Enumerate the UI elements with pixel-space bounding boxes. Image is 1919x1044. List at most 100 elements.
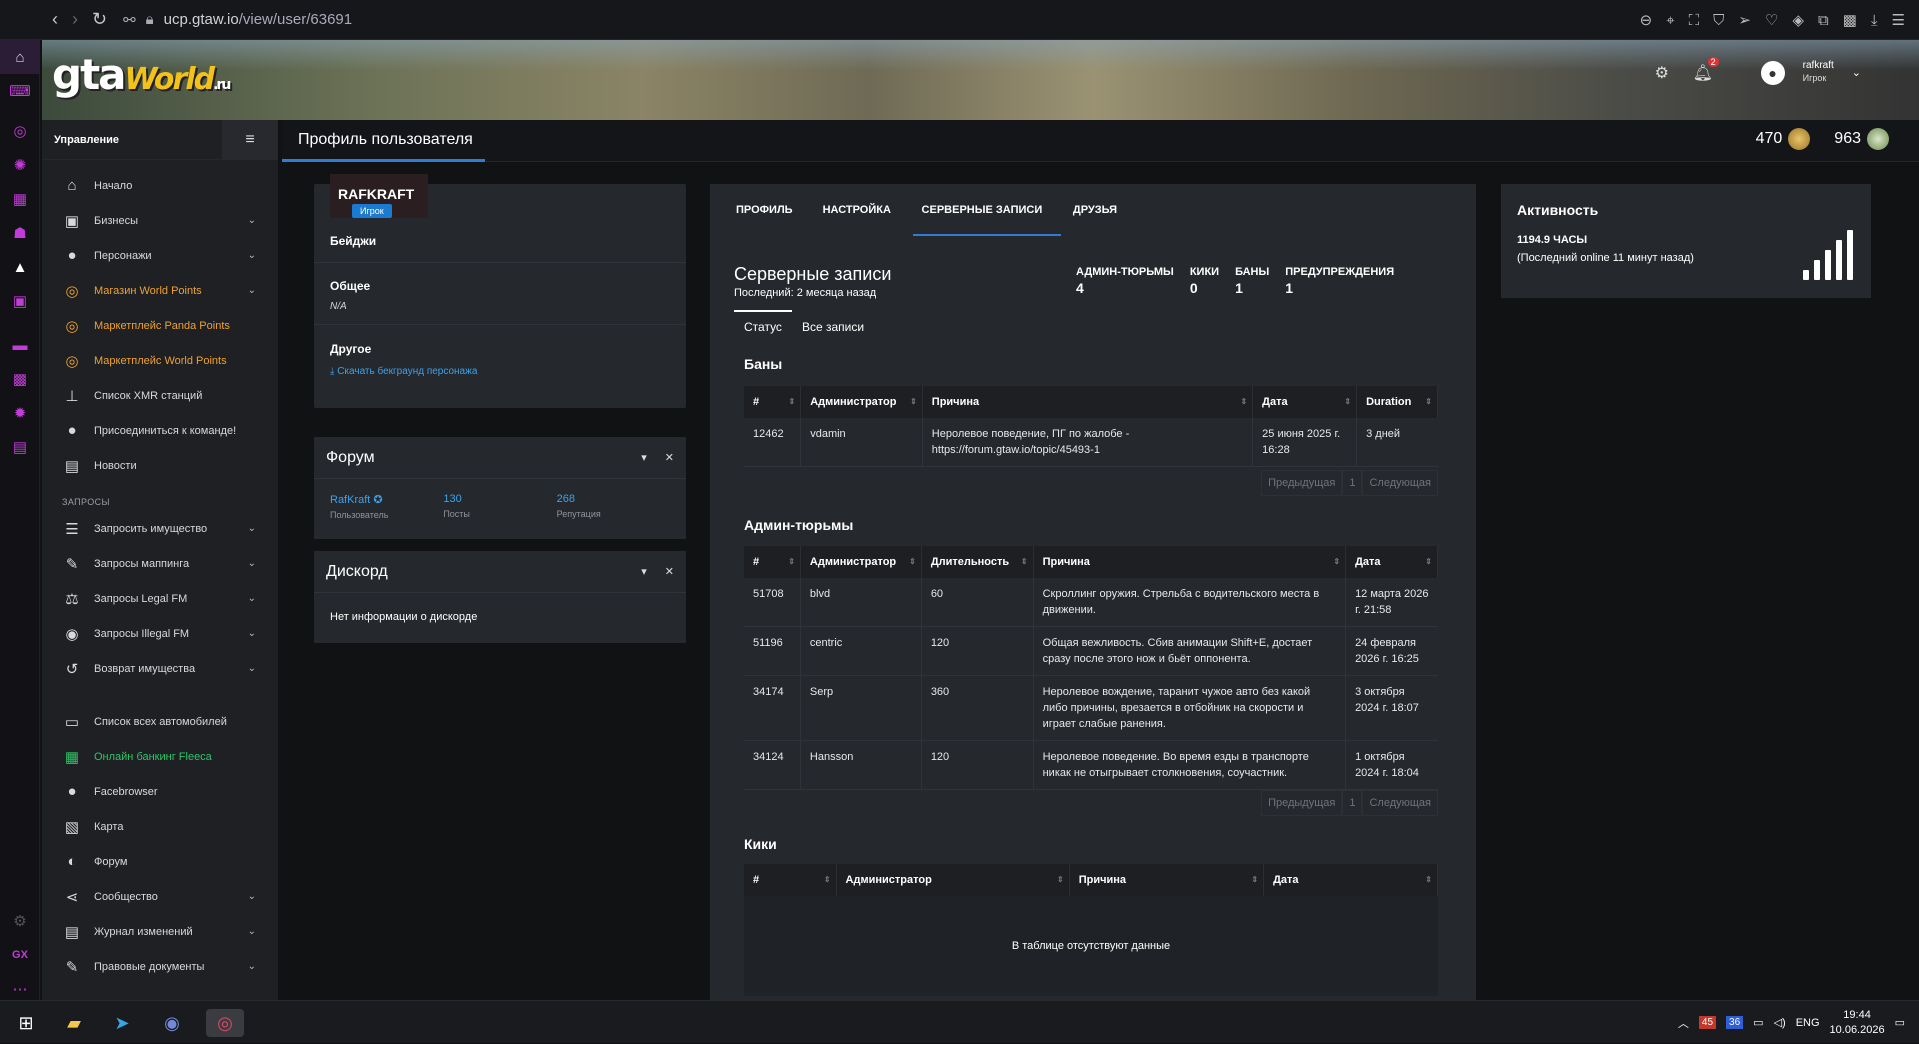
connection-icon[interactable]: ⚯ bbox=[123, 11, 136, 29]
windows-start-icon[interactable]: ⊞ bbox=[12, 1009, 40, 1037]
column-header[interactable]: Причина ⇕ bbox=[922, 386, 1254, 418]
tab-server-records[interactable]: СЕРВЕРНЫЕ ЗАПИСИ bbox=[912, 184, 1061, 236]
sort-icon[interactable]: ⇕ bbox=[789, 397, 796, 406]
clock[interactable]: 19:44 10.06.2026 bbox=[1830, 1008, 1885, 1038]
gear-icon[interactable]: ⚙ bbox=[1655, 63, 1675, 83]
column-header[interactable]: Дата ⇕ bbox=[1263, 864, 1438, 896]
sidebar-item[interactable]: ◎ Маркетплейс Panda Points bbox=[42, 308, 278, 343]
tray-badge-red[interactable]: 45 bbox=[1698, 1016, 1717, 1029]
display-icon[interactable]: ▤ bbox=[0, 430, 40, 464]
sidebar-item[interactable]: ✎ Правовые документы ⌄ bbox=[42, 949, 278, 984]
tab-friends[interactable]: ДРУЗЬЯ bbox=[1065, 184, 1135, 236]
chevron-down-icon[interactable]: ⌄ bbox=[248, 215, 256, 226]
sort-icon[interactable]: ⇕ bbox=[1333, 557, 1340, 566]
chevron-down-icon[interactable]: ⌄ bbox=[248, 250, 256, 261]
sort-icon[interactable]: ⇕ bbox=[1344, 397, 1351, 406]
column-header[interactable]: Администратор ⇕ bbox=[800, 386, 923, 418]
column-header[interactable]: # ⇕ bbox=[744, 864, 837, 896]
address-bar[interactable]: ⚯ 🔒︎ ucp.gtaw.io/view/user/63691 bbox=[123, 11, 352, 29]
page-button[interactable]: 1 bbox=[1342, 790, 1363, 816]
sidebar-item[interactable]: ▣ Бизнесы ⌄ bbox=[42, 203, 278, 238]
sort-icon[interactable]: ⇕ bbox=[788, 557, 795, 566]
chevron-down-icon[interactable]: ⌄ bbox=[248, 891, 256, 902]
sidebar-item[interactable]: ● Facebrowser bbox=[42, 774, 278, 809]
sidebar-item[interactable]: ◉ Запросы Illegal FM ⌄ bbox=[42, 616, 278, 651]
column-header[interactable]: # ⇕ bbox=[744, 386, 802, 418]
robot-icon[interactable]: ☗ bbox=[0, 216, 40, 250]
chevron-down-icon[interactable]: ⌄ bbox=[248, 961, 256, 972]
tray-badge-blue[interactable]: 36 bbox=[1726, 1016, 1744, 1029]
sidebar-item[interactable]: ⚖ Запросы Legal FM ⌄ bbox=[42, 581, 278, 616]
sidebar-item[interactable]: ● Присоединиться к команде! bbox=[42, 413, 278, 448]
subtab-all-records[interactable]: Все записи bbox=[792, 310, 874, 346]
sidebar-item[interactable]: ▦ Онлайн банкинг Fleeca bbox=[42, 739, 278, 774]
sort-icon[interactable]: ⇕ bbox=[1251, 875, 1258, 884]
menu-icon[interactable]: ☰ bbox=[1892, 11, 1905, 29]
sort-icon[interactable]: ⇕ bbox=[910, 397, 917, 406]
next-button[interactable]: Следующая bbox=[1362, 470, 1438, 496]
column-header[interactable]: Duration ⇕ bbox=[1356, 386, 1438, 418]
settings-icon[interactable]: ⚙ bbox=[0, 904, 40, 938]
sort-icon[interactable]: ⇕ bbox=[1240, 397, 1247, 406]
send-icon[interactable]: ➢ bbox=[1738, 11, 1751, 29]
sidebar-item[interactable]: ▤ Новости bbox=[42, 448, 278, 483]
sort-icon[interactable]: ⇕ bbox=[1425, 397, 1432, 406]
chevron-down-icon[interactable]: ⌄ bbox=[248, 285, 256, 296]
language-indicator[interactable]: ENG bbox=[1796, 1017, 1820, 1029]
sidebar-item[interactable]: ◐ Форум bbox=[42, 844, 278, 879]
gamepad-icon[interactable]: ⌨ bbox=[0, 74, 40, 108]
snapshot-icon[interactable]: ⛶ bbox=[1689, 12, 1700, 29]
avatar[interactable]: ● bbox=[1760, 60, 1785, 85]
telegram-icon[interactable]: ➤ bbox=[108, 1009, 136, 1037]
sort-icon[interactable]: ⇕ bbox=[824, 875, 831, 884]
twitch-icon[interactable]: ▣ bbox=[0, 284, 40, 318]
column-header[interactable]: Администратор ⇕ bbox=[800, 546, 922, 578]
discord-icon[interactable]: ◉ bbox=[158, 1009, 186, 1037]
forward-icon[interactable]: › bbox=[72, 9, 78, 30]
chevron-down-icon[interactable]: ⌄ bbox=[1852, 66, 1861, 79]
chevron-down-icon[interactable]: ⌄ bbox=[248, 926, 256, 937]
sidebar-item[interactable]: ◎ Магазин World Points ⌄ bbox=[42, 273, 278, 308]
site-logo[interactable]: gtaWorld.ru bbox=[52, 50, 231, 99]
gx-icon[interactable]: GX bbox=[0, 938, 40, 972]
chevron-down-icon[interactable]: ⌄ bbox=[248, 663, 256, 674]
tab-settings[interactable]: НАСТРОЙКА bbox=[815, 184, 909, 236]
close-icon[interactable]: ✕ bbox=[665, 451, 674, 464]
volume-icon[interactable]: ◁) bbox=[1774, 1016, 1786, 1029]
tab-profile[interactable]: ПРОФИЛЬ bbox=[728, 184, 811, 236]
discord-icon[interactable]: ◎ bbox=[0, 114, 40, 148]
sidebar-item[interactable]: ▧ Карта bbox=[42, 809, 278, 844]
user-menu[interactable]: rafkraft Игрок bbox=[1803, 60, 1834, 85]
sort-icon[interactable]: ⇕ bbox=[1425, 875, 1432, 884]
sort-icon[interactable]: ⇕ bbox=[1425, 557, 1432, 566]
sidebar-item[interactable]: ↺ Возврат имущества ⌄ bbox=[42, 651, 278, 686]
network-icon[interactable]: ▭ bbox=[1753, 1016, 1763, 1029]
column-header[interactable]: Причина ⇕ bbox=[1033, 546, 1347, 578]
close-icon[interactable]: ✕ bbox=[665, 565, 674, 578]
sidebar-item[interactable]: ☰ Запросить имущество ⌄ bbox=[42, 511, 278, 546]
heart-icon[interactable]: ♡ bbox=[1765, 11, 1778, 29]
notifications-icon[interactable]: ▭ bbox=[1895, 1016, 1905, 1029]
explorer-icon[interactable]: ▰ bbox=[60, 1009, 88, 1037]
controller-icon[interactable]: ▬ bbox=[0, 328, 40, 362]
back-icon[interactable]: ‹ bbox=[52, 9, 58, 30]
hamburger-icon[interactable]: ≡ bbox=[222, 120, 278, 160]
prev-button[interactable]: Предыдущая bbox=[1261, 470, 1343, 496]
sidebar-item[interactable]: ⋖ Сообщество ⌄ bbox=[42, 879, 278, 914]
collapse-icon[interactable]: ▾ bbox=[641, 565, 647, 578]
shield-icon[interactable]: ⛉ bbox=[1713, 12, 1724, 29]
chevron-down-icon[interactable]: ⌄ bbox=[248, 523, 256, 534]
calendar-icon[interactable]: ▦ bbox=[0, 182, 40, 216]
home-icon[interactable]: ⌂ bbox=[0, 40, 40, 74]
bot-icon[interactable]: ✺ bbox=[0, 148, 40, 182]
column-header[interactable]: Дата ⇕ bbox=[1345, 546, 1438, 578]
game-icon[interactable]: ▩ bbox=[0, 362, 40, 396]
column-header[interactable]: # ⇕ bbox=[744, 546, 801, 578]
column-header[interactable]: Дата ⇕ bbox=[1252, 386, 1358, 418]
download-icon[interactable]: ⤓ bbox=[1871, 12, 1878, 29]
column-header[interactable]: Длительность ⇕ bbox=[921, 546, 1034, 578]
next-button[interactable]: Следующая bbox=[1362, 790, 1438, 816]
vpn-icon[interactable]: ◈ bbox=[1792, 11, 1804, 29]
aria-icon[interactable]: ▲ bbox=[0, 250, 40, 284]
sort-icon[interactable]: ⇕ bbox=[1057, 875, 1064, 884]
